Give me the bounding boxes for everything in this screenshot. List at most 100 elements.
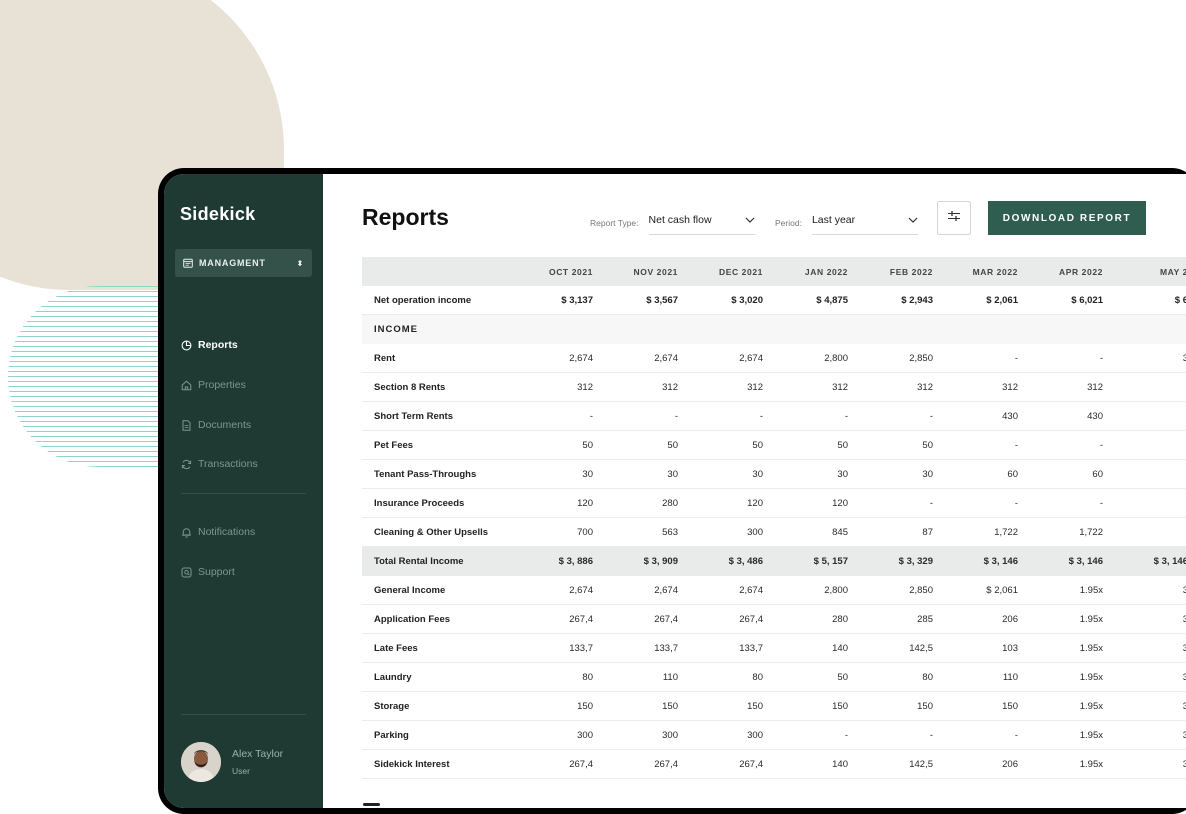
table-cell: - <box>589 410 593 422</box>
row-label: Short Term Rents <box>374 410 454 422</box>
table-cell: $ 3,567 <box>646 294 678 306</box>
support-icon <box>181 567 192 578</box>
row-label: Net operation income <box>374 294 472 306</box>
table-cell: - <box>674 410 678 422</box>
table-row[interactable]: Sidekick Interest 267,4 267,4 267,4 140 142,5… <box>362 750 1186 779</box>
table-cell: $ 4,875 <box>816 294 848 306</box>
table-row[interactable]: Short Term Rents - - - - - 430 430 <box>362 402 1186 431</box>
column-header[interactable]: OCT 2021 <box>508 267 593 277</box>
period-select[interactable]: Last year <box>811 210 918 235</box>
report-type-select[interactable]: Net cash flow <box>648 210 755 235</box>
table-row[interactable]: Laundry 80 110 80 50 80 110 1.95x 3 <box>362 663 1186 692</box>
sidebar-item-transactions[interactable]: Transactions <box>181 458 311 470</box>
table-cell: 30 <box>582 468 593 480</box>
table-row[interactable]: Rent 2,674 2,674 2,674 2,800 2,850 - - 3 <box>362 344 1186 373</box>
table-cell: - <box>929 729 933 741</box>
scroll-indicator[interactable] <box>363 803 380 806</box>
table-cell: 1.95x <box>1079 584 1103 596</box>
table-cell: 50 <box>752 439 763 451</box>
table-cell: 206 <box>1002 613 1018 625</box>
table-cell: 2,800 <box>824 584 848 596</box>
table-cell: 300 <box>577 729 593 741</box>
user-role: User <box>232 766 250 776</box>
table-cell: - <box>1014 439 1018 451</box>
sidebar-item-label: Support <box>198 566 235 578</box>
table-cell: 280 <box>832 613 848 625</box>
table-cell: 120 <box>832 497 848 509</box>
table-cell: 845 <box>832 526 848 538</box>
section-header-row[interactable]: INCOME <box>362 315 1186 344</box>
period-value: Last year <box>811 214 856 226</box>
table-cell: $ 3, 886 <box>558 556 593 567</box>
column-header[interactable]: DEC 2021 <box>678 267 763 277</box>
calendar-icon <box>183 258 193 268</box>
sidebar-item-notifications[interactable]: Notifications <box>181 526 311 538</box>
sidebar-item-label: Notifications <box>198 526 256 538</box>
column-header[interactable]: APR 2022 <box>1018 267 1103 277</box>
table-row[interactable]: Storage 150 150 150 150 150 150 1.95x 3 <box>362 692 1186 721</box>
refresh-icon <box>181 459 192 470</box>
column-header[interactable]: MAR 2022 <box>933 267 1018 277</box>
table-cell: 312 <box>747 381 763 393</box>
table-cell: 206 <box>1002 758 1018 770</box>
table-cell: - <box>1014 497 1018 509</box>
table-row[interactable]: General Income 2,674 2,674 2,674 2,800 2,850 $… <box>362 576 1186 605</box>
table-row[interactable]: Parking 300 300 300 - - - 1.95x 3 <box>362 721 1186 750</box>
table-cell: - <box>759 410 763 422</box>
sidebar-item-label: Transactions <box>198 458 258 470</box>
row-label: Pet Fees <box>374 439 414 451</box>
row-label: Sidekick Interest <box>374 758 450 770</box>
filter-settings-button[interactable] <box>937 201 971 235</box>
sidebar-item-reports[interactable]: Reports <box>181 339 311 351</box>
table-cell: $ 3, 329 <box>898 556 933 567</box>
table-row[interactable]: Cleaning & Other Upsells 700 563 300 845 87 1,… <box>362 518 1186 547</box>
table-cell: - <box>1099 439 1103 451</box>
period-label: Period: <box>775 217 802 228</box>
user-name: Alex Taylor <box>232 748 284 760</box>
table-cell: 3 <box>1182 642 1186 654</box>
column-header[interactable]: MAY 2 <box>1103 267 1186 277</box>
table-cell: 140 <box>832 758 848 770</box>
download-report-button[interactable]: DOWNLOAD REPORT <box>988 201 1146 235</box>
sidebar-item-properties[interactable]: Properties <box>181 379 311 391</box>
row-label: Rent <box>374 352 396 364</box>
table-cell: - <box>929 410 933 422</box>
table-cell: 120 <box>577 497 593 509</box>
table-cell: 30 <box>752 468 763 480</box>
table-cell: 3 <box>1182 613 1186 625</box>
sidebar-item-documents[interactable]: Documents <box>181 419 311 431</box>
management-selector-label: MANAGMENT <box>199 258 266 268</box>
column-header[interactable]: JAN 2022 <box>763 267 848 277</box>
table-row[interactable]: Late Fees 133,7 133,7 133,7 140 142,5 103 1.95x… <box>362 634 1186 663</box>
table-cell: 3 <box>1182 700 1186 712</box>
table-cell: 1.95x <box>1079 758 1103 770</box>
table-row[interactable]: Pet Fees 50 50 50 50 50 - - <box>362 431 1186 460</box>
table-cell: 3 <box>1182 729 1186 741</box>
table-row[interactable]: Application Fees 267,4 267,4 267,4 280 285 206… <box>362 605 1186 634</box>
user-profile[interactable]: Alex Taylor User <box>181 742 283 782</box>
table-cell: 133,7 <box>654 642 678 654</box>
column-header[interactable]: FEB 2022 <box>848 267 933 277</box>
table-row[interactable]: Tenant Pass-Throughs 30 30 30 30 30 60 60 <box>362 460 1186 489</box>
management-selector[interactable]: MANAGMENT ⬍ <box>175 249 312 277</box>
table-row[interactable]: Net operation income $ 3,137 $ 3,567 $ 3,02… <box>362 286 1186 315</box>
table-cell: 280 <box>662 497 678 509</box>
sidebar-item-support[interactable]: Support <box>181 566 311 578</box>
table-row[interactable]: Section 8 Rents 312 312 312 312 312 312 312 <box>362 373 1186 402</box>
column-header[interactable]: NOV 2021 <box>593 267 678 277</box>
table-cell: 2,674 <box>569 584 593 596</box>
table-cell: 267,4 <box>739 613 763 625</box>
table-cell: 267,4 <box>739 758 763 770</box>
avatar[interactable] <box>181 742 221 782</box>
table-cell: $ 3, 486 <box>728 556 763 567</box>
table-header-row: OCT 2021 NOV 2021 DEC 2021 JAN 2022 FEB … <box>362 257 1186 286</box>
table-cell: - <box>1099 352 1103 364</box>
table-cell: 3 <box>1182 352 1186 364</box>
table-row[interactable]: Insurance Proceeds 120 280 120 120 - - - <box>362 489 1186 518</box>
table-cell: 140 <box>832 642 848 654</box>
total-row[interactable]: Total Rental Income $ 3, 886 $ 3, 909 $ 3, … <box>362 547 1186 576</box>
table-cell: 2,850 <box>909 584 933 596</box>
table-cell: 120 <box>747 497 763 509</box>
table-cell: - <box>844 410 848 422</box>
brand-logo[interactable]: Sidekick <box>180 204 255 225</box>
